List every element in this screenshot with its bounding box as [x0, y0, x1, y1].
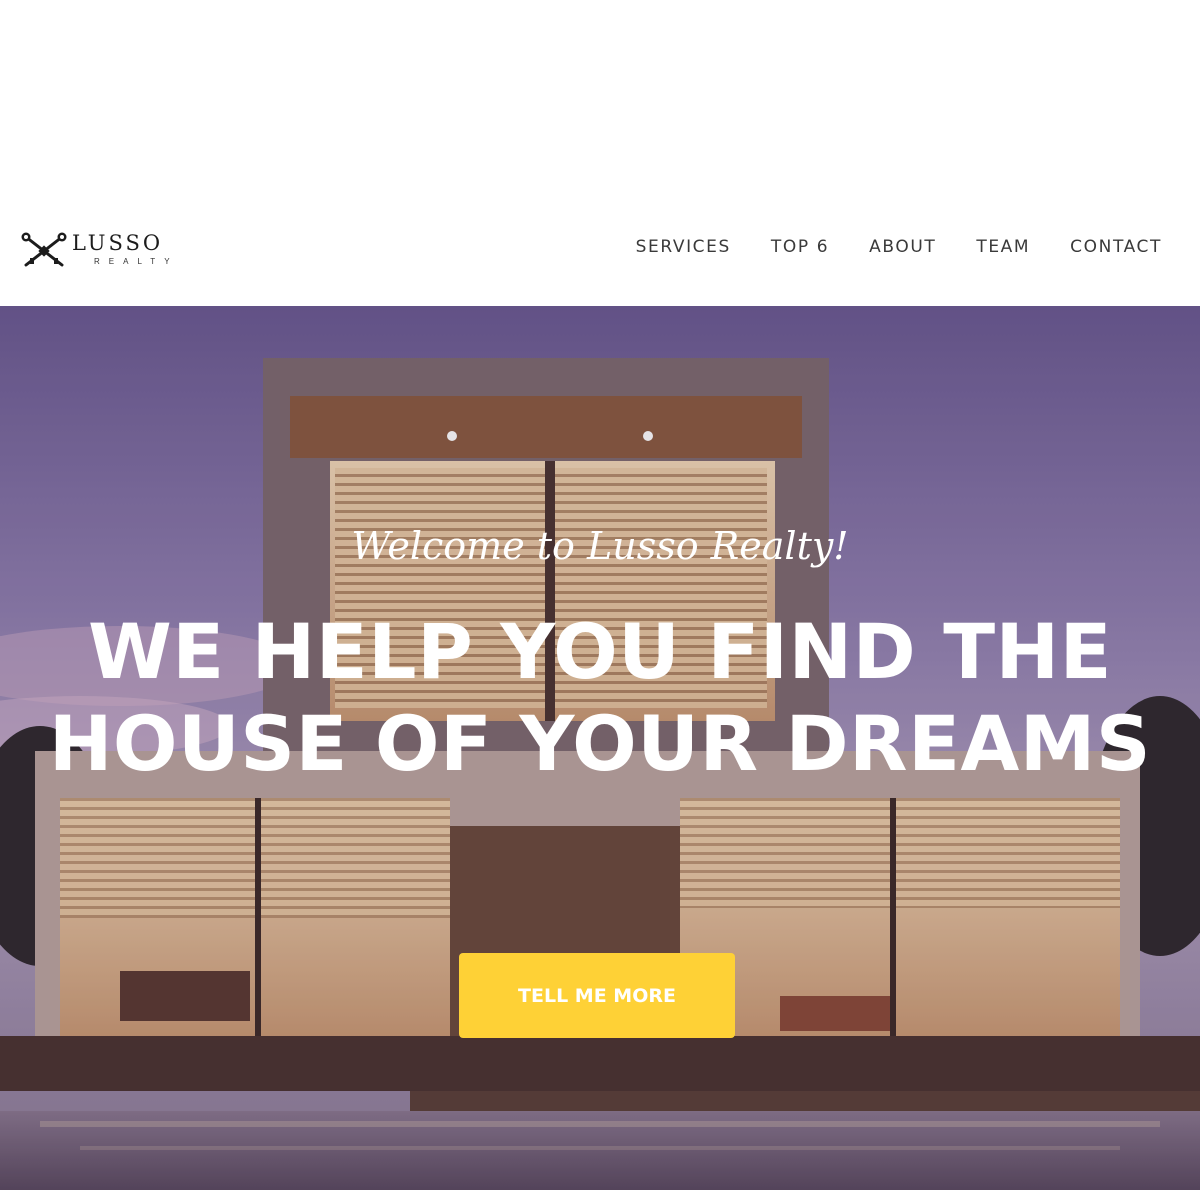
nav-item-top6[interactable]: TOP 6	[771, 235, 829, 259]
nav-item-about[interactable]: ABOUT	[869, 235, 936, 259]
brand-logo-link[interactable]: LUSSO REALTY	[20, 229, 190, 273]
tell-me-more-button[interactable]: TELL ME MORE	[459, 953, 735, 1038]
brand-name: LUSSO	[72, 231, 164, 255]
nav-item-services[interactable]: SERVICES	[636, 235, 731, 259]
crossed-keys-icon	[21, 232, 67, 267]
hero-section: Welcome to Lusso Realty! WE HELP YOU FIN…	[0, 306, 1200, 1190]
nav-item-team[interactable]: TEAM	[976, 235, 1030, 259]
hero-welcome-text: Welcome to Lusso Realty!	[351, 524, 849, 568]
navbar: LUSSO REALTY SERVICES TOP 6 ABOUT TEAM C…	[0, 195, 1200, 306]
top-whitespace	[0, 0, 1200, 195]
hero-headline: WE HELP YOU FIND THE HOUSE OF YOUR DREAM…	[48, 607, 1152, 788]
bottom-whitespace	[0, 1190, 1200, 1200]
brand-subtitle: REALTY	[94, 257, 179, 266]
main-nav: SERVICES TOP 6 ABOUT TEAM CONTACT	[596, 235, 1162, 259]
nav-item-contact[interactable]: CONTACT	[1070, 235, 1162, 259]
